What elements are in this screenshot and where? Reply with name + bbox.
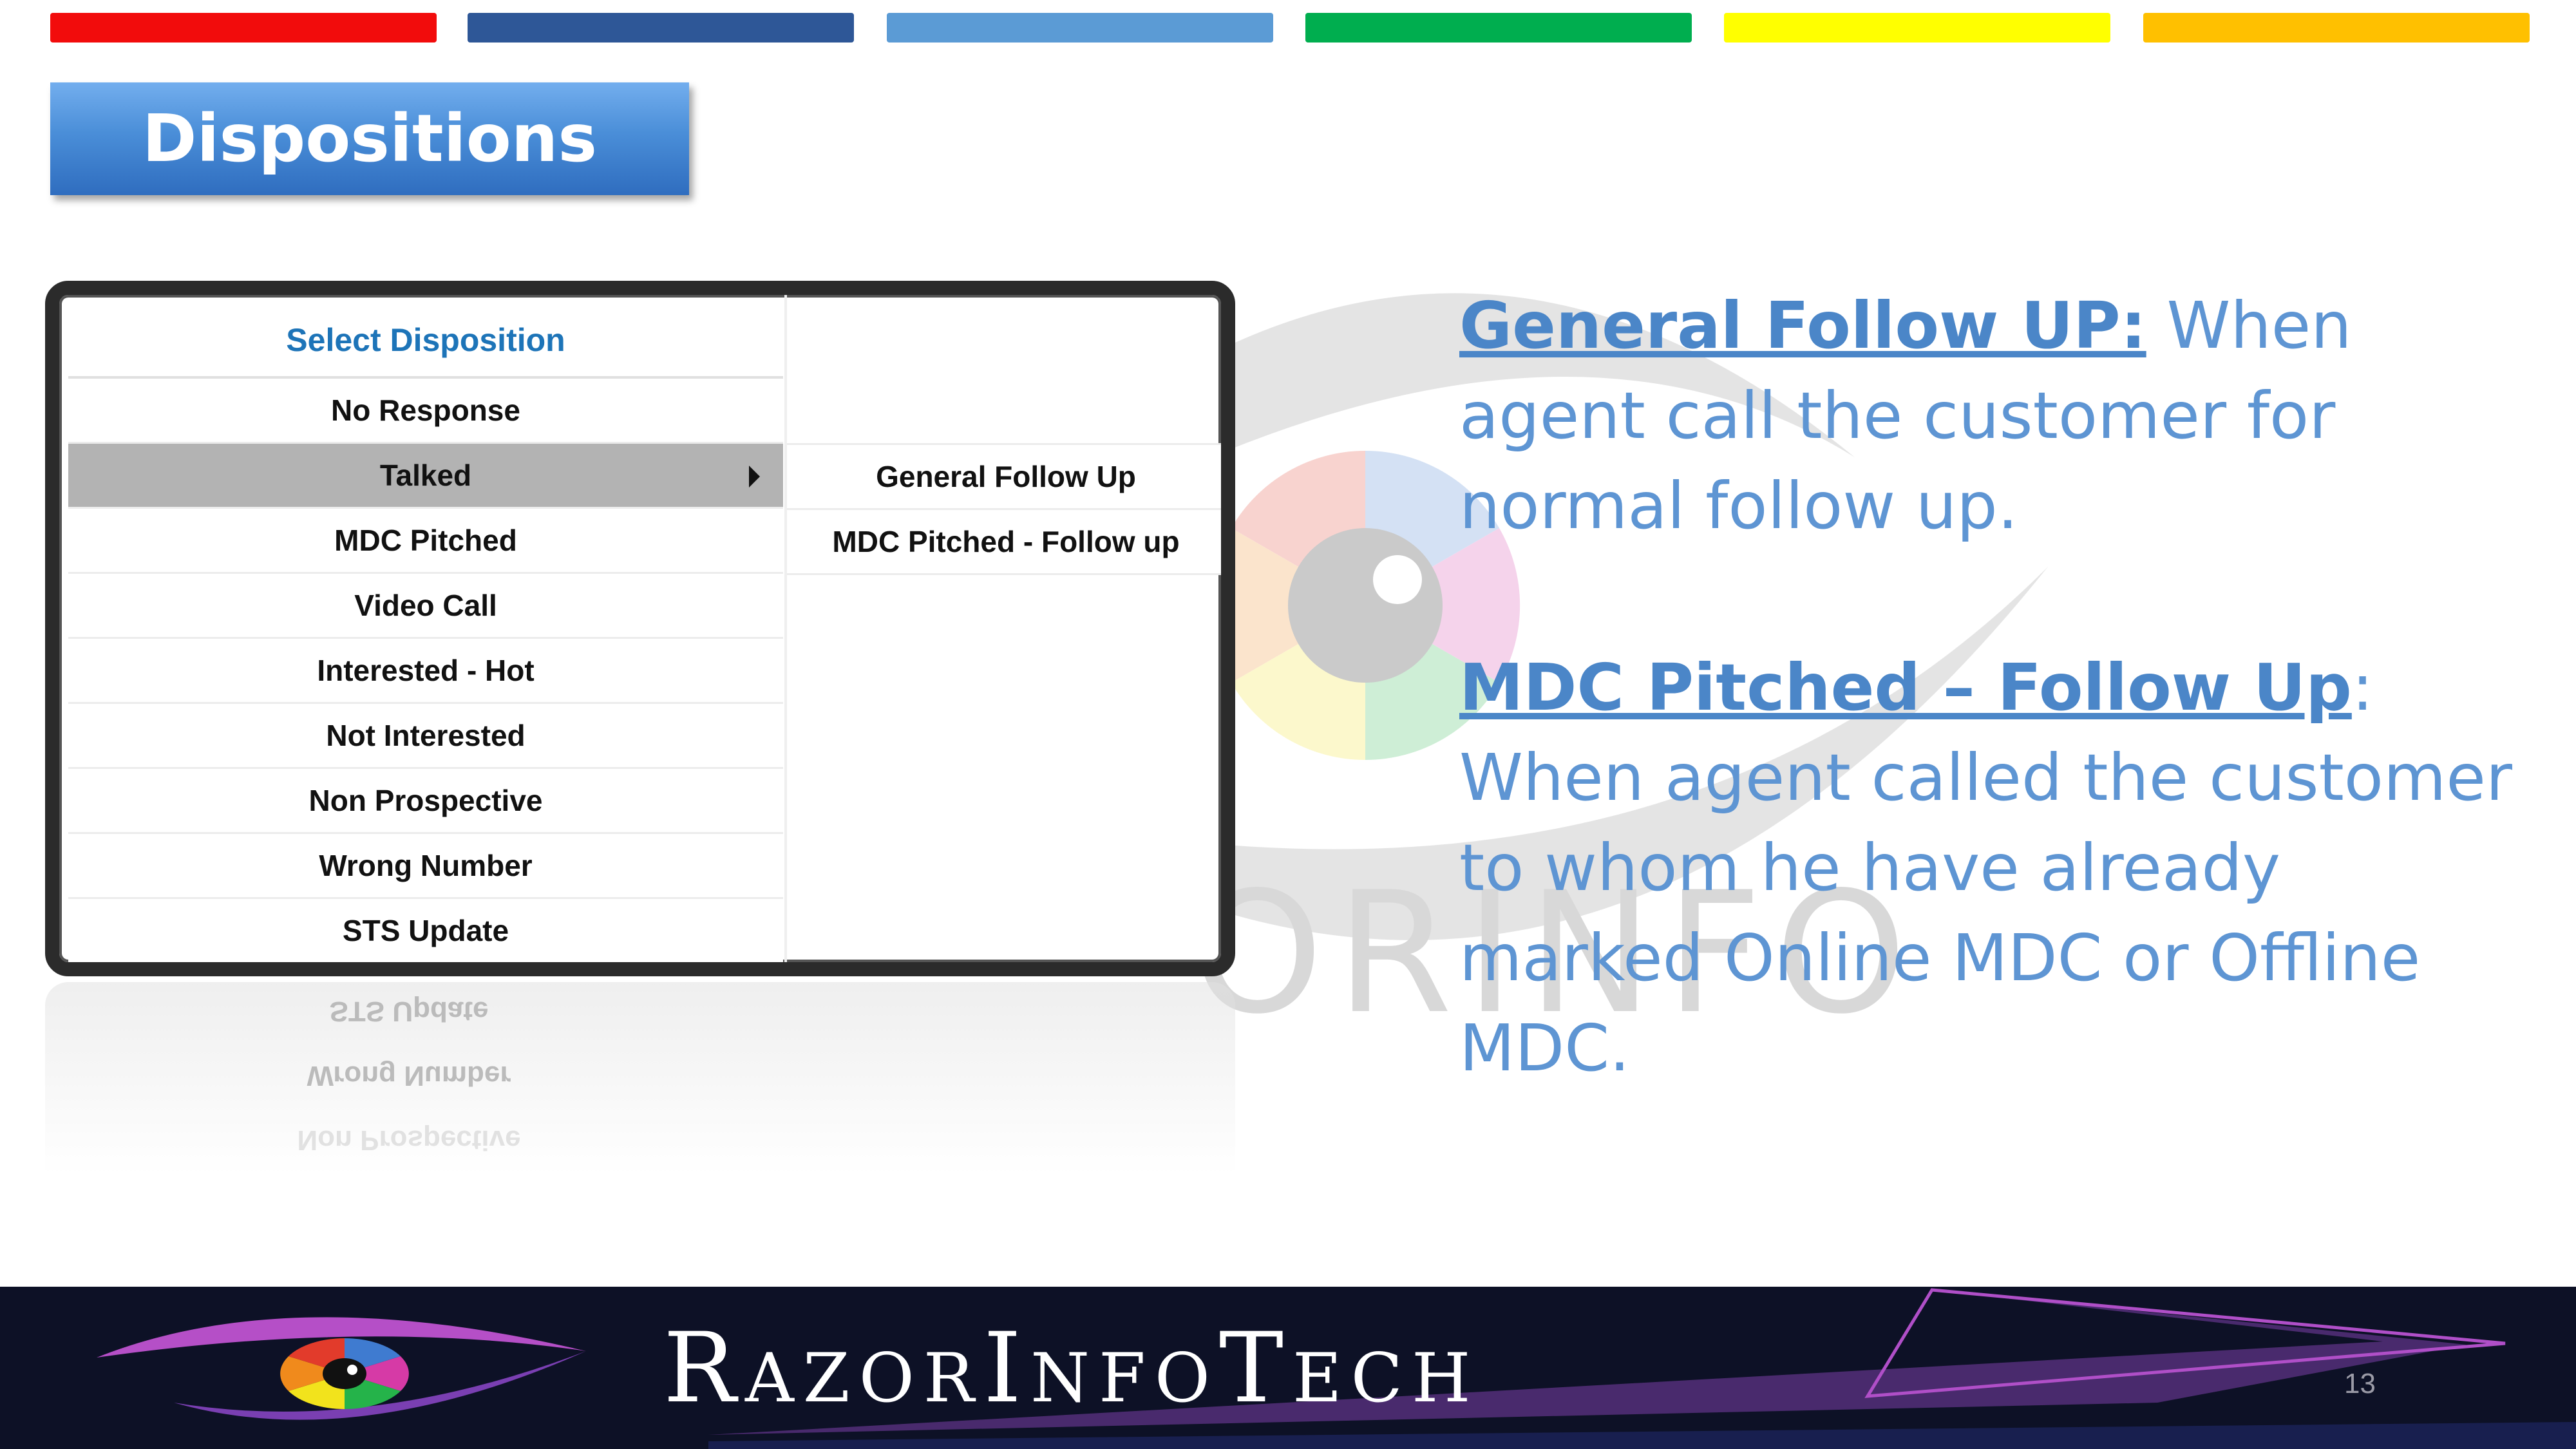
top-color-bars [0, 0, 2576, 52]
brand-part: Tech [1218, 1312, 1480, 1425]
reflection-text: STS Update [329, 996, 489, 1027]
submenu-arrow-icon [749, 466, 760, 488]
color-bar-red [50, 13, 437, 43]
menu-item-talked[interactable]: Talked [68, 444, 783, 509]
reflection-text: Wrong Number [307, 1060, 511, 1092]
menu-item-label: Talked [379, 459, 472, 492]
brand-part: Razor [663, 1312, 983, 1425]
slide-title: Dispositions [50, 82, 689, 195]
disposition-screenshot-frame: Select Disposition No Response Talked MD… [45, 281, 1235, 976]
description-general-follow-up: General Follow UP: When agent call the c… [1459, 281, 2515, 551]
disposition-menu: Select Disposition No Response Talked MD… [68, 304, 783, 962]
menu-item-sts-update[interactable]: STS Update [68, 899, 783, 962]
page-number: 13 [2344, 1368, 2376, 1399]
menu-item-video-call[interactable]: Video Call [68, 574, 783, 639]
menu-item-no-response[interactable]: No Response [68, 379, 783, 444]
description-term: General Follow UP: [1459, 288, 2146, 363]
menu-item-wrong-number[interactable]: Wrong Number [68, 834, 783, 899]
color-bar-orange [2143, 13, 2530, 43]
reflection-text: Non Prospective [297, 1124, 521, 1156]
brand-name: RazorInfoTech [663, 1312, 1480, 1425]
brand-part: Info [983, 1312, 1219, 1425]
description-term: MDC Pitched – Follow Up [1459, 650, 2352, 725]
menu-item-non-prospective[interactable]: Non Prospective [68, 769, 783, 834]
submenu-item-mdc-pitched-follow-up[interactable]: MDC Pitched - Follow up [787, 510, 1221, 575]
color-bar-green [1305, 13, 1692, 43]
color-bar-yellow [1724, 13, 2110, 43]
menu-item-not-interested[interactable]: Not Interested [68, 704, 783, 769]
footer-banner: RazorInfoTech 13 [0, 1287, 2576, 1449]
submenu-item-general-follow-up[interactable]: General Follow Up [787, 445, 1221, 510]
submenu: General Follow Up MDC Pitched - Follow u… [787, 304, 1221, 575]
frame-reflection: STS Update Wrong Number Non Prospective [45, 982, 1235, 1175]
description-mdc-pitched-follow-up: MDC Pitched – Follow Up: When agent call… [1459, 643, 2515, 1094]
menu-header: Select Disposition [68, 304, 783, 379]
menu-item-mdc-pitched[interactable]: MDC Pitched [68, 509, 783, 574]
submenu-spacer [787, 304, 1221, 445]
razor-eye-logo-icon [97, 1317, 586, 1420]
color-bar-light-blue [887, 13, 1273, 43]
color-bar-dark-blue [468, 13, 854, 43]
menu-item-interested-hot[interactable]: Interested - Hot [68, 639, 783, 704]
